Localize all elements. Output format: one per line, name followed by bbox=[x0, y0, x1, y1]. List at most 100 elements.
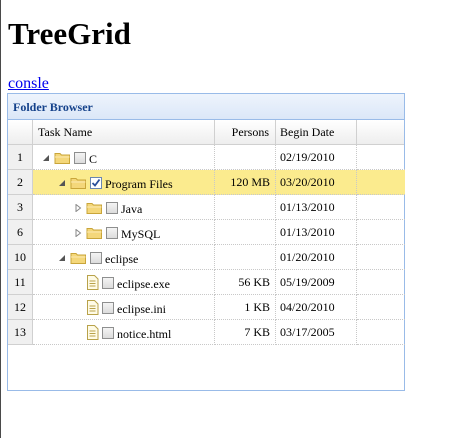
begin-date-cell[interactable]: 01/13/2010 bbox=[276, 195, 357, 220]
folder-icon bbox=[54, 151, 71, 165]
row-number-cell: 2 bbox=[8, 170, 33, 195]
row-number: 1 bbox=[17, 150, 23, 164]
table-row[interactable]: 13 notice.html 7 KB 03/17/2005 bbox=[8, 320, 405, 345]
task-name-label: eclipse.exe bbox=[117, 277, 170, 291]
begin-date-cell[interactable]: 05/19/2009 bbox=[276, 270, 357, 295]
table-row[interactable]: 2 Program Files 120 MB 03/20/2010 bbox=[8, 170, 405, 195]
begin-date-cell[interactable]: 04/20/2010 bbox=[276, 295, 357, 320]
filler-cell bbox=[357, 170, 405, 195]
filler-cell bbox=[357, 270, 405, 295]
begin-date-column-header[interactable]: Begin Date bbox=[276, 120, 357, 144]
table-row[interactable]: 3 Java 01/13/2010 bbox=[8, 195, 405, 220]
row-number: 2 bbox=[17, 175, 23, 189]
task-name-label: notice.html bbox=[117, 327, 172, 341]
file-icon bbox=[86, 325, 99, 340]
persons-cell[interactable]: 1 KB bbox=[215, 295, 276, 320]
table-row[interactable]: 1 C 02/19/2010 bbox=[8, 145, 405, 170]
persons-column-header[interactable]: Persons bbox=[215, 120, 276, 144]
checkbox-icon[interactable] bbox=[106, 201, 118, 214]
task-name-cell[interactable]: C bbox=[33, 145, 215, 170]
task-name-cell[interactable]: Java bbox=[33, 195, 215, 220]
panel-header: Folder Browser bbox=[8, 94, 404, 120]
task-name-label: Java bbox=[121, 202, 143, 216]
filler-cell bbox=[357, 145, 405, 170]
task-name-column-header[interactable]: Task Name bbox=[33, 120, 215, 144]
filler-cell bbox=[357, 195, 405, 220]
checkbox-icon[interactable] bbox=[90, 251, 102, 264]
row-number-cell: 12 bbox=[8, 295, 33, 320]
triangle-down-icon[interactable] bbox=[41, 153, 51, 163]
begin-date-cell[interactable]: 01/20/2010 bbox=[276, 245, 357, 270]
task-name-label: eclipse.ini bbox=[117, 302, 166, 316]
filler-cell bbox=[357, 245, 405, 270]
task-name-cell[interactable]: MySQL bbox=[33, 220, 215, 245]
folder-icon bbox=[86, 201, 103, 215]
task-name-cell[interactable]: eclipse.exe bbox=[33, 270, 215, 295]
checkbox-icon[interactable] bbox=[102, 301, 114, 314]
folder-icon bbox=[70, 176, 87, 190]
row-number-cell: 10 bbox=[8, 245, 33, 270]
checkbox-icon[interactable] bbox=[106, 226, 118, 239]
expander-placeholder bbox=[73, 328, 83, 338]
filler-column-header bbox=[357, 120, 405, 144]
table-row[interactable]: 6 MySQL 01/13/2010 bbox=[8, 220, 405, 245]
row-number: 11 bbox=[14, 275, 26, 289]
begin-date-cell[interactable]: 03/17/2005 bbox=[276, 320, 357, 345]
row-number-cell: 11 bbox=[8, 270, 33, 295]
triangle-down-icon[interactable] bbox=[57, 178, 67, 188]
file-icon bbox=[86, 300, 99, 315]
folder-icon bbox=[86, 226, 103, 240]
task-name-cell[interactable]: eclipse.ini bbox=[33, 295, 215, 320]
file-icon bbox=[86, 275, 99, 290]
filler-cell bbox=[357, 295, 405, 320]
persons-cell[interactable] bbox=[215, 145, 276, 170]
page-title: TreeGrid bbox=[8, 16, 131, 51]
persons-cell[interactable]: 56 KB bbox=[215, 270, 276, 295]
triangle-down-icon[interactable] bbox=[57, 253, 67, 263]
row-number: 6 bbox=[17, 225, 23, 239]
expander-placeholder bbox=[73, 278, 83, 288]
table-row[interactable]: 11 eclipse.exe 56 KB 05/19/2009 bbox=[8, 270, 405, 295]
row-number: 12 bbox=[14, 300, 26, 314]
row-number-cell: 3 bbox=[8, 195, 33, 220]
begin-date-cell[interactable]: 01/13/2010 bbox=[276, 220, 357, 245]
task-name-label: Program Files bbox=[105, 177, 173, 191]
checkbox-icon[interactable] bbox=[90, 176, 102, 189]
checkbox-icon[interactable] bbox=[102, 326, 114, 339]
task-name-label: eclipse bbox=[105, 252, 139, 266]
row-number: 10 bbox=[14, 250, 26, 264]
task-name-cell[interactable]: eclipse bbox=[33, 245, 215, 270]
grid-header: Task Name Persons Begin Date bbox=[8, 120, 404, 145]
row-number-header bbox=[8, 120, 33, 144]
row-number-cell: 13 bbox=[8, 320, 33, 345]
expander-placeholder bbox=[73, 303, 83, 313]
persons-cell[interactable] bbox=[215, 220, 276, 245]
row-number: 13 bbox=[14, 325, 26, 339]
window-edge bbox=[0, 0, 1, 438]
task-name-label: MySQL bbox=[121, 227, 161, 241]
filler-cell bbox=[357, 320, 405, 345]
persons-cell[interactable] bbox=[215, 245, 276, 270]
row-number: 3 bbox=[17, 200, 23, 214]
table-row[interactable]: 12 eclipse.ini 1 KB 04/20/2010 bbox=[8, 295, 405, 320]
consle-link[interactable]: consle bbox=[8, 74, 49, 93]
table-row[interactable]: 10 eclipse 01/20/2010 bbox=[8, 245, 405, 270]
task-name-cell[interactable]: notice.html bbox=[33, 320, 215, 345]
folder-browser-panel: Folder Browser Task Name Persons Begin D… bbox=[7, 93, 405, 391]
task-name-label: C bbox=[89, 152, 98, 166]
row-number-cell: 6 bbox=[8, 220, 33, 245]
persons-cell[interactable]: 120 MB bbox=[215, 170, 276, 195]
grid-body: 1 C 02/19/2010 2 Program Files 120 MB 03/20/20… bbox=[8, 145, 405, 345]
filler-cell bbox=[357, 220, 405, 245]
begin-date-cell[interactable]: 03/20/2010 bbox=[276, 170, 357, 195]
checkbox-icon[interactable] bbox=[74, 151, 86, 164]
folder-icon bbox=[70, 251, 87, 265]
persons-cell[interactable] bbox=[215, 195, 276, 220]
begin-date-cell[interactable]: 02/19/2010 bbox=[276, 145, 357, 170]
row-number-cell: 1 bbox=[8, 145, 33, 170]
triangle-right-icon[interactable] bbox=[73, 203, 83, 213]
task-name-cell[interactable]: Program Files bbox=[33, 170, 215, 195]
triangle-right-icon[interactable] bbox=[73, 228, 83, 238]
checkbox-icon[interactable] bbox=[102, 276, 114, 289]
persons-cell[interactable]: 7 KB bbox=[215, 320, 276, 345]
